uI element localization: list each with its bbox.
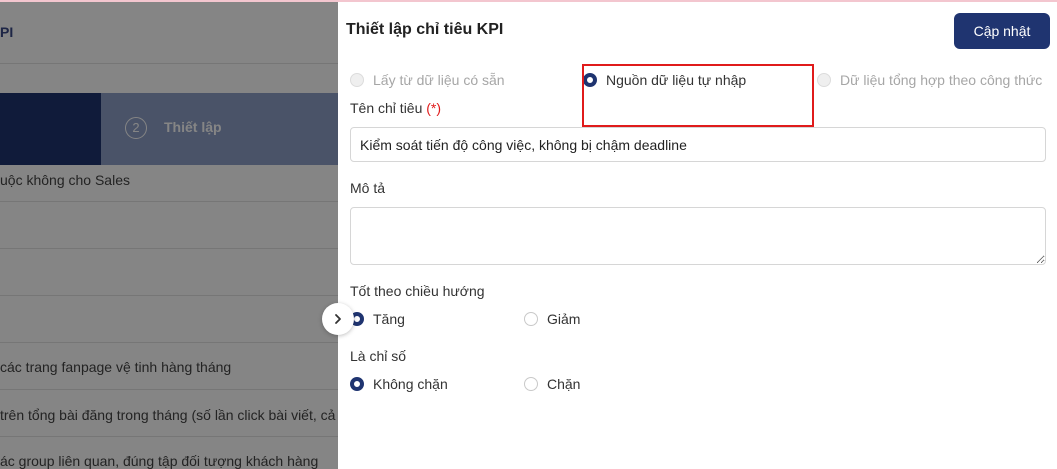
chevron-right-icon [335,314,341,324]
description-label: Mô tả [350,180,386,196]
description-textarea[interactable] [350,207,1046,265]
radio-button[interactable] [350,73,364,87]
direction-option-label: Tăng [373,311,405,327]
modal-overlay[interactable] [0,2,338,469]
radio-button[interactable] [583,73,597,87]
direction-option-decrease[interactable]: Giảm [524,311,580,327]
direction-option-label: Giảm [547,311,581,327]
update-button[interactable]: Cập nhật [954,13,1050,49]
direction-label: Tốt theo chiều hướng [350,283,485,299]
collapse-drawer-button[interactable] [322,303,354,335]
panel-title: Thiết lập chỉ tiêu KPI [346,21,504,38]
kpi-name-input[interactable] [350,127,1046,162]
name-label-text: Tên chỉ tiêu [350,100,423,116]
indicator-option-label: Chặn [547,376,581,392]
required-mark: (*) [426,100,442,116]
radio-button[interactable] [350,377,364,391]
source-option-label: Nguồn dữ liệu tự nhập [606,72,747,88]
source-option-manual[interactable]: Nguồn dữ liệu tự nhập [583,72,746,88]
name-label: Tên chỉ tiêu (*) [350,100,441,116]
radio-button[interactable] [524,312,538,326]
source-option-formula[interactable]: Dữ liệu tổng hợp theo công thức [817,72,1042,88]
indicator-label: Là chỉ số [350,348,407,364]
radio-button[interactable] [524,377,538,391]
source-option-existing[interactable]: Lấy từ dữ liệu có sẵn [350,72,505,88]
source-option-label: Lấy từ dữ liệu có sẵn [373,72,505,88]
radio-button[interactable] [817,73,831,87]
indicator-option-block[interactable]: Chặn [524,376,580,392]
direction-option-increase[interactable]: Tăng [350,311,405,327]
indicator-option-label: Không chặn [373,376,448,392]
source-option-label: Dữ liệu tổng hợp theo công thức [840,72,1043,88]
indicator-option-no-block[interactable]: Không chặn [350,376,448,392]
kpi-settings-drawer: Thiết lập chỉ tiêu KPI Cập nhật Lấy từ d… [338,2,1057,469]
